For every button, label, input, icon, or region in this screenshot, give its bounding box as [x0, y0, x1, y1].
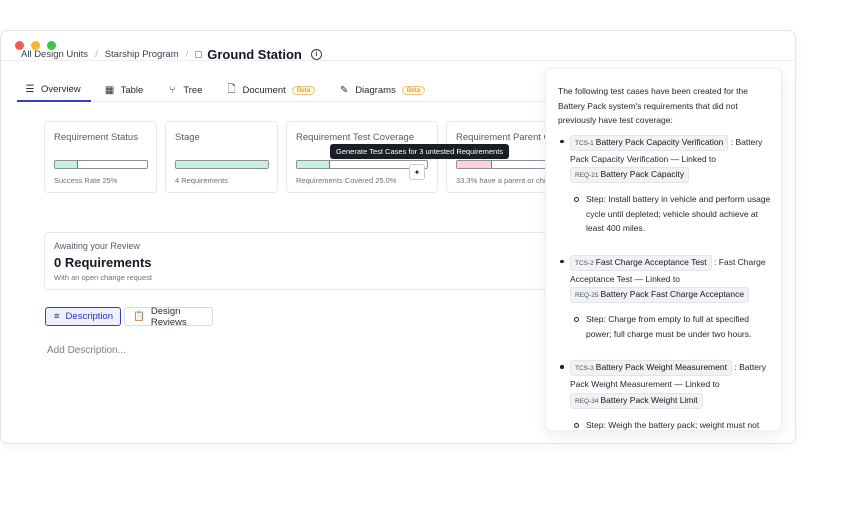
beta-badge: Beta	[401, 85, 426, 95]
progress-fill	[297, 161, 330, 168]
requirement-chip[interactable]: REQ-21 Battery Pack Capacity	[570, 167, 690, 183]
linked-text: — Linked to	[670, 153, 717, 164]
design-unit-icon	[195, 51, 203, 58]
progress-fill	[176, 161, 268, 168]
tab-label: Overview	[41, 83, 81, 95]
tab-label: Description	[65, 311, 114, 322]
tab-tree[interactable]: ⑂ Tree	[159, 78, 212, 102]
chip-title: Battery Pack Capacity	[600, 169, 685, 179]
card-subtitle: 33.3% have a parent or child	[456, 176, 552, 185]
breadcrumb: All Design Units / Starship Program / Gr…	[21, 47, 322, 62]
generate-tests-tooltip: Generate Test Cases for 3 untested Requi…	[330, 144, 510, 159]
linked-text: — Linked to	[634, 273, 680, 284]
breadcrumb-separator: /	[95, 49, 98, 60]
tab-description[interactable]: ≡ Description	[45, 307, 121, 326]
card-subtitle: Success Rate 25%	[54, 176, 118, 185]
progress-fill	[55, 161, 78, 168]
view-tabs: ☰ Overview ▦ Table ⑂ Tree 🗋 Document Bet…	[17, 78, 577, 102]
requirement-chip[interactable]: REQ-34 Battery Pack Weight Limit	[570, 392, 703, 409]
tab-overview[interactable]: ☰ Overview	[17, 78, 91, 102]
test-case-chip[interactable]: TCS-2 Fast Charge Acceptance Test	[570, 254, 712, 271]
card-title: Requirement Test Coverage	[296, 132, 415, 143]
linked-text: — Linked to	[674, 379, 720, 389]
tab-label: Document	[242, 84, 286, 96]
card-requirement-status[interactable]: Requirement Status Success Rate 25%	[44, 121, 157, 193]
chip-title: Battery Pack Fast Charge Acceptance	[600, 289, 745, 299]
tab-label: Design Reviews	[150, 305, 187, 328]
card-title: Stage	[175, 132, 200, 143]
list-item: TCS-2 Fast Charge Acceptance Test : Fast …	[558, 254, 773, 342]
chip-id: TCS-2	[575, 259, 594, 267]
test-step: Step: Weigh the battery pack; weight mus…	[570, 418, 773, 431]
pencil-icon: ✎	[339, 84, 349, 96]
panel-intro: The following test cases have been creat…	[558, 86, 748, 125]
list-item: TCS-1 Battery Pack Capacity Verification …	[558, 134, 773, 236]
chip-id: TCS-3	[575, 365, 594, 372]
chip-title: Fast Charge Acceptance Test	[595, 256, 707, 267]
tab-diagrams[interactable]: ✎ Diagrams Beta	[331, 78, 435, 102]
card-stage[interactable]: Stage 4 Requirements	[165, 121, 278, 193]
awaiting-review-title: Awaiting your Review	[54, 241, 140, 251]
chip-id: REQ-21	[575, 172, 599, 179]
awaiting-review-count: 0 Requirements	[54, 255, 152, 270]
tab-label: Table	[120, 84, 144, 96]
magic-wand-icon[interactable]: ✦	[409, 164, 425, 180]
chip-title: Battery Pack Weight Measurement	[595, 362, 727, 372]
description-input[interactable]: Add Description...	[47, 345, 126, 356]
chip-title: Battery Pack Weight Limit	[600, 394, 698, 405]
tab-design-reviews[interactable]: 📋 Design Reviews	[124, 305, 213, 328]
document-icon: 🗋	[227, 83, 236, 95]
card-title: Requirement Parent Ch	[456, 132, 556, 143]
tab-label: Diagrams	[355, 84, 396, 96]
requirement-chip[interactable]: REQ-25 Battery Pack Fast Charge Acceptanc…	[570, 287, 750, 303]
test-step: Step: Install battery in vehicle and per…	[570, 192, 773, 236]
chip-id: REQ-34	[575, 397, 599, 405]
test-case-chip[interactable]: TCS-3 Battery Pack Weight Measurement	[570, 360, 732, 376]
progress-fill	[457, 161, 492, 168]
breadcrumb-item-starship-program[interactable]: Starship Program	[105, 49, 179, 60]
chip-id: REQ-25	[575, 292, 599, 299]
list-item: TCS-3 Battery Pack Weight Measurement : B…	[558, 359, 773, 431]
clipboard-icon: 📋	[133, 311, 145, 322]
test-step: Step: Charge from empty to full at speci…	[570, 312, 773, 341]
beta-badge: Beta	[291, 85, 316, 95]
card-subtitle: Requirements Covered 25.0%	[296, 176, 397, 185]
info-icon[interactable]: i	[310, 49, 322, 60]
awaiting-review-subtitle: With an open change request	[54, 273, 152, 282]
awaiting-review-card[interactable]: Awaiting your Review 0 Requirements With…	[44, 232, 564, 290]
breadcrumb-separator: /	[185, 49, 189, 60]
breadcrumb-item-design-units[interactable]: All Design Units	[21, 49, 88, 60]
page-title: Ground Station	[207, 47, 302, 62]
chip-title: Battery Pack Capacity Verification	[595, 136, 724, 147]
list-icon: ☰	[25, 83, 35, 95]
chip-id: TCS-1	[575, 139, 594, 147]
text-lines-icon: ≡	[54, 311, 60, 322]
table-icon: ▦	[104, 84, 115, 96]
tab-table[interactable]: ▦ Table	[97, 78, 154, 102]
card-title: Requirement Status	[54, 132, 138, 143]
ai-response-panel: The following test cases have been creat…	[545, 68, 782, 431]
progress-bar	[175, 160, 269, 169]
card-subtitle: 4 Requirements	[175, 176, 228, 185]
tab-label: Tree	[183, 84, 203, 96]
test-case-chip[interactable]: TCS-1 Battery Pack Capacity Verification	[570, 134, 729, 151]
progress-bar	[54, 160, 148, 169]
tab-document[interactable]: 🗋 Document Beta	[219, 78, 326, 102]
tree-icon: ⑂	[169, 84, 176, 96]
